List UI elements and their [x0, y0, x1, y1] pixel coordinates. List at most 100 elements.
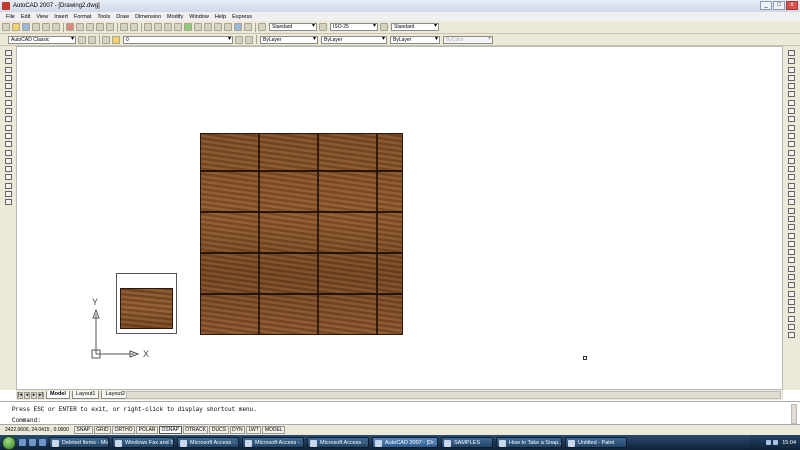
- tool-palettes-icon[interactable]: [204, 23, 212, 31]
- layer-previous-icon[interactable]: [245, 35, 253, 44]
- dimension-aligned-icon[interactable]: [788, 199, 795, 206]
- taskbar-item-autocad[interactable]: AutoCAD 2007 - [Dr...: [372, 437, 438, 448]
- linetype-select[interactable]: ByLayer: [321, 35, 387, 44]
- polygon-icon[interactable]: [4, 74, 12, 81]
- osnap-toggle[interactable]: OSNAP: [159, 426, 182, 434]
- ducs-toggle[interactable]: DUCS: [209, 426, 229, 434]
- prev-tab-arrow-icon[interactable]: ◂: [24, 391, 30, 399]
- construction-line-icon[interactable]: [4, 58, 12, 65]
- zoom-realtime-icon[interactable]: [154, 23, 162, 31]
- paste-icon[interactable]: [86, 23, 94, 31]
- tolerance-icon[interactable]: [788, 290, 795, 297]
- ortho-toggle[interactable]: ORTHO: [112, 426, 136, 434]
- dimension-diameter-icon[interactable]: [788, 240, 795, 247]
- polyline-icon[interactable]: [4, 66, 12, 73]
- network-icon[interactable]: [766, 440, 772, 445]
- start-button[interactable]: [2, 435, 16, 450]
- minimize-button[interactable]: _: [760, 1, 772, 10]
- dimension-angular-icon[interactable]: [788, 249, 795, 256]
- join-icon[interactable]: [788, 157, 795, 164]
- cut-icon[interactable]: [66, 23, 74, 31]
- plot-preview-icon[interactable]: [42, 23, 50, 31]
- circle-icon[interactable]: [4, 99, 12, 106]
- color-select[interactable]: ByLayer: [260, 35, 318, 44]
- design-center-icon[interactable]: [194, 23, 202, 31]
- menu-file[interactable]: File: [6, 14, 15, 20]
- dimension-continue-icon[interactable]: [788, 274, 795, 281]
- zoom-previous-icon[interactable]: [174, 23, 182, 31]
- snap-toggle[interactable]: SNAP: [74, 426, 93, 434]
- layer-manager-icon[interactable]: [102, 35, 110, 44]
- dimension-edit-icon[interactable]: [788, 307, 795, 314]
- tab-layout1[interactable]: Layout1: [71, 391, 100, 399]
- taskbar-item-deleted-items[interactable]: Deleted Items - Micr...: [49, 437, 109, 448]
- quick-leader-icon[interactable]: [788, 282, 795, 289]
- dimension-jogged-icon[interactable]: [788, 232, 795, 239]
- insert-block-icon[interactable]: [4, 141, 12, 148]
- scale-icon[interactable]: [788, 108, 795, 115]
- dimension-arc-icon[interactable]: [788, 207, 795, 214]
- tab-layout2[interactable]: Layout2: [101, 391, 130, 399]
- grid-toggle[interactable]: GRID: [93, 426, 112, 434]
- open-icon[interactable]: [12, 23, 20, 31]
- trim-icon[interactable]: [788, 124, 795, 131]
- point-icon[interactable]: [4, 157, 12, 164]
- taskbar-item-paint[interactable]: Untitled - Paint: [565, 437, 627, 448]
- ellipse-icon[interactable]: [4, 124, 12, 131]
- plot-icon[interactable]: [32, 23, 40, 31]
- mirror-icon[interactable]: [788, 66, 795, 73]
- menu-window[interactable]: Window: [189, 14, 209, 20]
- volume-icon[interactable]: [773, 440, 779, 445]
- taskbar-item-snapshot-help[interactable]: How to Take a Snap...: [496, 437, 562, 448]
- chamfer-icon[interactable]: [788, 166, 795, 173]
- lineweight-select[interactable]: ByLayer: [390, 35, 440, 44]
- taskbar-item-access-1[interactable]: Microsoft Access - ...: [177, 437, 239, 448]
- wood-hatch-rectangle[interactable]: [200, 133, 403, 335]
- arc-icon[interactable]: [4, 91, 12, 98]
- menu-dimension[interactable]: Dimension: [135, 14, 161, 20]
- quickcalc-icon[interactable]: [234, 23, 242, 31]
- autocad-app-icon[interactable]: [2, 2, 10, 10]
- undo-icon[interactable]: [120, 23, 128, 31]
- next-tab-arrow-icon[interactable]: ▸: [31, 391, 37, 399]
- new-icon[interactable]: [2, 23, 10, 31]
- region-icon[interactable]: [4, 182, 12, 189]
- help-icon[interactable]: [244, 23, 252, 31]
- menu-edit[interactable]: Edit: [21, 14, 30, 20]
- dyn-toggle[interactable]: DYN: [229, 426, 246, 434]
- command-scrollbar[interactable]: [791, 404, 797, 424]
- coordinate-readout[interactable]: 2422.0606, 24.0415 , 0.0000: [5, 427, 73, 433]
- dimension-style-icon[interactable]: [788, 332, 795, 339]
- sheet-set-icon[interactable]: [214, 23, 222, 31]
- make-object-layer-current-icon[interactable]: [235, 35, 243, 44]
- hatch-icon[interactable]: [4, 166, 12, 173]
- layer-on-icon[interactable]: [112, 35, 120, 44]
- properties-icon[interactable]: [184, 23, 192, 31]
- last-tab-arrow-icon[interactable]: ▸|: [38, 391, 44, 399]
- fillet-icon[interactable]: [788, 174, 795, 181]
- revision-cloud-icon[interactable]: [4, 108, 12, 115]
- clock[interactable]: 15:04: [782, 440, 796, 446]
- gradient-icon[interactable]: [4, 174, 12, 181]
- offset-icon[interactable]: [788, 74, 795, 81]
- menu-insert[interactable]: Insert: [54, 14, 68, 20]
- zoom-window-icon[interactable]: [164, 23, 172, 31]
- switch-windows-icon[interactable]: [29, 439, 36, 446]
- rectangle-icon[interactable]: [4, 83, 12, 90]
- maximize-button[interactable]: □: [773, 1, 785, 10]
- break-icon[interactable]: [788, 149, 795, 156]
- polar-toggle[interactable]: POLAR: [136, 426, 159, 434]
- erase-icon[interactable]: [788, 50, 795, 56]
- menu-view[interactable]: View: [36, 14, 48, 20]
- copy-icon[interactable]: [76, 23, 84, 31]
- multiline-text-icon[interactable]: [4, 199, 12, 206]
- rotate-icon[interactable]: [788, 99, 795, 106]
- explode-icon[interactable]: [788, 182, 795, 189]
- table-icon[interactable]: [4, 191, 12, 198]
- close-button[interactable]: x: [786, 1, 798, 10]
- copy-object-icon[interactable]: [788, 58, 795, 65]
- layer-select[interactable]: 0: [123, 35, 233, 44]
- block-editor-icon[interactable]: [106, 23, 114, 31]
- array-icon[interactable]: [788, 83, 795, 90]
- horizontal-scrollbar[interactable]: [126, 391, 781, 399]
